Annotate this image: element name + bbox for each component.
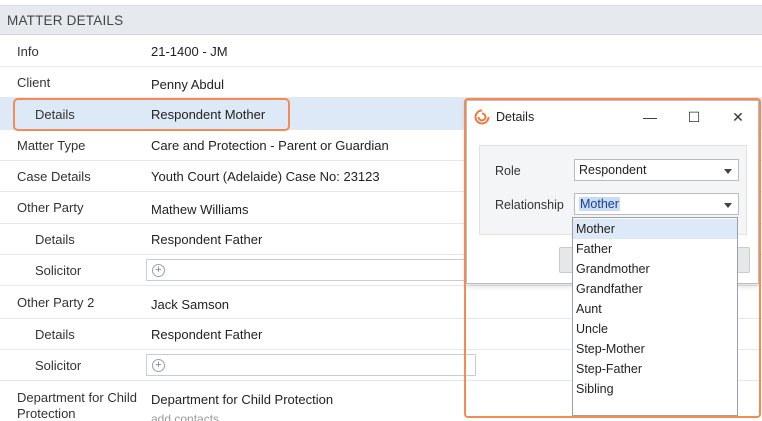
case-details-value[interactable]: Youth Court (Adelaide) Case No: 23123: [151, 169, 380, 184]
row-client: Client Penny Abdul: [0, 67, 762, 98]
department-label: Department for Child Protection: [17, 390, 137, 421]
other-party-2-solicitor-label: Solicitor: [35, 358, 82, 373]
client-label: Client: [17, 75, 51, 90]
other-party-value[interactable]: Mathew Williams: [151, 202, 249, 217]
matter-type-value[interactable]: Care and Protection - Parent or Guardian: [151, 138, 389, 153]
other-party-details-value[interactable]: Respondent Father: [151, 232, 262, 247]
add-icon[interactable]: +: [152, 359, 165, 372]
dialog-highlight-outline: [464, 98, 761, 418]
other-party-2-solicitor-field[interactable]: +: [146, 354, 476, 376]
other-party-2-details-value[interactable]: Respondent Father: [151, 327, 262, 342]
other-party-solicitor-label: Solicitor: [35, 263, 82, 278]
case-details-label: Case Details: [17, 169, 91, 184]
row-info: Info 21-1400 - JM: [0, 36, 762, 67]
department-value[interactable]: Department for Child Protection: [151, 392, 333, 407]
other-party-details-label: Details: [35, 232, 75, 247]
info-label: Info: [17, 44, 39, 59]
add-contacts-link[interactable]: add contacts: [151, 412, 219, 421]
highlight-outline: [13, 98, 290, 131]
department-label-line2: Protection: [17, 406, 76, 421]
department-label-line1: Department for Child: [17, 390, 137, 405]
other-party-2-details-label: Details: [35, 327, 75, 342]
other-party-label: Other Party: [17, 200, 84, 215]
other-party-solicitor-field[interactable]: +: [146, 259, 476, 281]
info-value[interactable]: 21-1400 - JM: [151, 44, 228, 59]
other-party-2-label: Other Party 2: [17, 295, 95, 310]
section-header: MATTER DETAILS: [0, 5, 762, 35]
other-party-2-value[interactable]: Jack Samson: [151, 297, 229, 312]
client-value[interactable]: Penny Abdul: [151, 77, 224, 92]
add-icon[interactable]: +: [152, 264, 165, 277]
matter-type-label: Matter Type: [17, 138, 86, 153]
